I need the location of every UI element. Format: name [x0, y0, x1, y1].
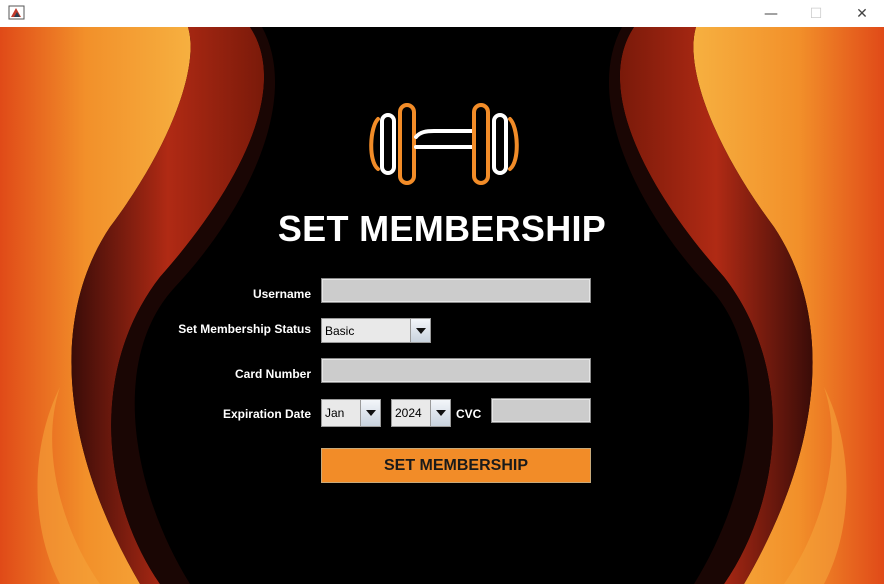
expiration-year-select[interactable]: 2024 — [391, 399, 451, 427]
page-title: SET MEMBERSHIP — [277, 208, 607, 249]
card-number-label: Card Number — [234, 367, 311, 381]
expiration-month-value: Jan — [325, 406, 345, 420]
close-button[interactable]: ✕ — [839, 0, 884, 27]
expiration-month-select[interactable]: Jan — [321, 399, 381, 427]
cvc-input[interactable] — [491, 398, 591, 423]
username-input[interactable] — [321, 278, 591, 303]
expiration-year-value: 2024 — [395, 406, 422, 420]
membership-status-value: Basic — [325, 323, 355, 338]
window-titlebar[interactable]: — ☐ ✕ — [0, 0, 884, 27]
membership-status-select[interactable]: Basic — [321, 318, 431, 343]
chevron-down-icon[interactable] — [430, 400, 450, 426]
username-label: Username — [252, 287, 311, 301]
dumbbell-icon — [369, 103, 519, 185]
set-membership-button[interactable]: SET MEMBERSHIP — [321, 448, 591, 483]
maximize-button[interactable]: ☐ — [793, 0, 839, 27]
cvc-label: CVC — [456, 407, 482, 421]
chevron-down-icon[interactable] — [410, 319, 430, 342]
java-app-icon — [8, 5, 25, 20]
main-panel: SET MEMBERSHIP Username Set Membership S… — [0, 27, 884, 584]
chevron-down-icon[interactable] — [360, 400, 380, 426]
expiration-date-label: Expiration Date — [222, 407, 311, 421]
minimize-button[interactable]: — — [748, 0, 794, 27]
membership-status-label: Set Membership Status — [178, 322, 311, 336]
card-number-input[interactable] — [321, 358, 591, 383]
